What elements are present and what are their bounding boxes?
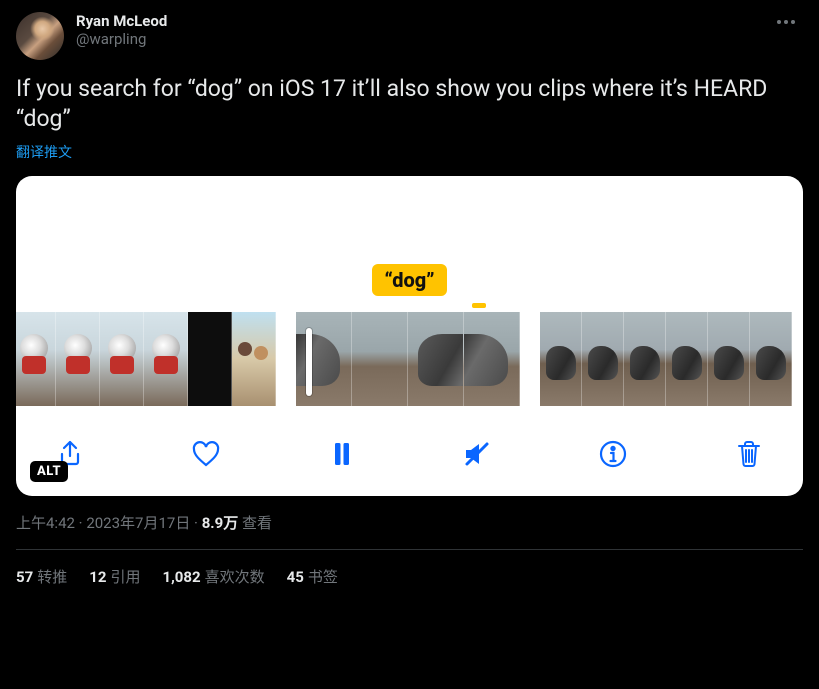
- playhead[interactable]: [306, 328, 312, 396]
- pause-button[interactable]: [322, 434, 362, 474]
- views-count: 8.9万: [202, 514, 239, 532]
- video-frame: [464, 312, 520, 406]
- quotes-stat[interactable]: 12引用: [89, 566, 140, 587]
- video-frame: [296, 312, 352, 406]
- tweet-date[interactable]: 2023年7月17日: [86, 514, 190, 532]
- tweet-meta: 上午4:42 · 2023年7月17日 · 8.9万 查看: [16, 512, 803, 533]
- video-frame: [408, 312, 464, 406]
- like-button[interactable]: [186, 434, 226, 474]
- video-timeline[interactable]: [16, 296, 803, 416]
- search-term-callout: “dog”: [372, 264, 446, 296]
- video-frame: [666, 312, 708, 406]
- tweet-time[interactable]: 上午4:42: [16, 514, 75, 532]
- bookmarks-stat[interactable]: 45书签: [287, 566, 338, 587]
- video-frame: [624, 312, 666, 406]
- video-frame: [56, 312, 100, 406]
- video-frame: [144, 312, 188, 406]
- retweets-stat[interactable]: 57转推: [16, 566, 67, 587]
- video-frame: [750, 312, 792, 406]
- heart-icon: [190, 438, 222, 470]
- video-frame: [100, 312, 144, 406]
- mute-button[interactable]: [457, 434, 497, 474]
- delete-button[interactable]: [729, 434, 769, 474]
- callout-tick: [472, 303, 486, 308]
- info-button[interactable]: [593, 434, 633, 474]
- search-term-callout-wrap: “dog”: [16, 254, 803, 296]
- clip-group[interactable]: [16, 312, 276, 406]
- translate-link[interactable]: 翻译推文: [16, 142, 72, 162]
- media-card[interactable]: “dog”: [16, 176, 803, 496]
- avatar[interactable]: [16, 12, 64, 60]
- more-options-button[interactable]: [769, 12, 803, 32]
- pause-icon: [326, 438, 358, 470]
- video-frame: [582, 312, 624, 406]
- clip-group[interactable]: [540, 312, 792, 406]
- clip-group-active[interactable]: [296, 312, 520, 406]
- tweet-header: Ryan McLeod @warpling: [16, 12, 803, 60]
- tweet-stats: 57转推 12引用 1,082喜欢次数 45书签: [16, 550, 803, 587]
- media-toolbar: [16, 416, 803, 478]
- likes-stat[interactable]: 1,082喜欢次数: [162, 566, 264, 587]
- trash-icon: [733, 438, 765, 470]
- tweet-text: If you search for “dog” on iOS 17 it’ll …: [16, 74, 803, 134]
- video-frame: [352, 312, 408, 406]
- author-block[interactable]: Ryan McLeod @warpling: [76, 12, 757, 48]
- tweet-container: Ryan McLeod @warpling If you search for …: [0, 0, 819, 599]
- video-frame: [540, 312, 582, 406]
- video-frame: [708, 312, 750, 406]
- info-icon: [597, 438, 629, 470]
- author-handle: @warpling: [76, 30, 757, 48]
- author-display-name: Ryan McLeod: [76, 12, 757, 30]
- video-frame: [232, 312, 276, 406]
- video-frame: [188, 312, 232, 406]
- mute-icon: [461, 438, 493, 470]
- video-frame: [16, 312, 56, 406]
- views-label: 查看: [238, 514, 272, 532]
- alt-badge[interactable]: ALT: [30, 461, 68, 482]
